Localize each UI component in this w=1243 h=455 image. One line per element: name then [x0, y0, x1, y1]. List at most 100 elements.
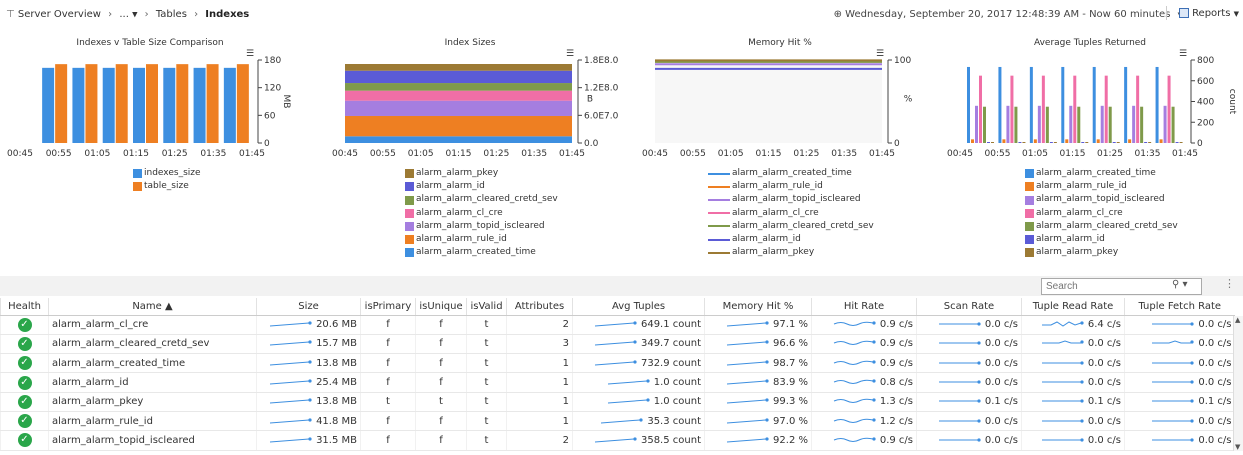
legend-item[interactable]: alarm_alarm_cleared_cretd_sev	[405, 193, 558, 206]
legend-item[interactable]: alarm_alarm_pkey	[1025, 246, 1178, 259]
x-tick-label: 01:25	[483, 149, 509, 159]
table-row[interactable]: ✓ alarm_alarm_created_time 13.8 MB f f t 1 732.…	[0, 353, 1235, 374]
bar	[1073, 75, 1077, 143]
memory-hit-cell: 97.1 %	[704, 315, 812, 335]
column-header[interactable]: Avg Tuples	[572, 298, 705, 316]
table-row[interactable]: ✓ alarm_alarm_rule_id 41.8 MB f f t 1 35.3 coun…	[0, 411, 1235, 432]
reports-button[interactable]: Reports ▼	[1178, 8, 1239, 19]
legend-item[interactable]: alarm_alarm_created_time	[405, 246, 558, 259]
sparkline	[938, 438, 981, 442]
table-row[interactable]: ✓ alarm_alarm_pkey 13.8 MB t t t 1 1.0 count 99.…	[0, 392, 1235, 412]
breadcrumb-server-overview[interactable]: Server Overview	[18, 9, 101, 20]
area-band	[345, 83, 572, 91]
legend-item[interactable]: alarm_alarm_cleared_cretd_sev	[708, 220, 874, 233]
legend-item[interactable]: alarm_alarm_cl_cre	[1025, 207, 1178, 220]
column-header[interactable]: Scan Rate	[916, 298, 1022, 316]
legend-item[interactable]: alarm_alarm_rule_id	[405, 233, 558, 246]
cell-value: 0.1 c/s	[1198, 396, 1232, 408]
cell-value: 97.0 %	[773, 415, 808, 427]
legend-item[interactable]: alarm_alarm_rule_id	[708, 180, 874, 193]
sparkline	[594, 437, 637, 443]
legend-item[interactable]: alarm_alarm_topid_iscleared	[1025, 193, 1178, 206]
chevron-down-icon[interactable]: ▼	[132, 11, 137, 19]
breadcrumb-ellipsis[interactable]: ...	[119, 9, 129, 20]
legend-label: alarm_alarm_topid_iscleared	[1036, 194, 1165, 205]
sparkline	[727, 398, 769, 404]
legend-item[interactable]: alarm_alarm_cleared_cretd_sev	[1025, 220, 1178, 233]
area-band	[345, 90, 572, 101]
name-cell[interactable]: alarm_alarm_pkey	[48, 392, 257, 412]
legend-item[interactable]: alarm_alarm_rule_id	[1025, 180, 1178, 193]
legend-item[interactable]: indexes_size	[133, 167, 201, 180]
legend-item[interactable]: alarm_alarm_topid_iscleared	[708, 193, 874, 206]
legend-item[interactable]: alarm_alarm_created_time	[1025, 167, 1178, 180]
name-cell[interactable]: alarm_alarm_cl_cre	[48, 315, 257, 335]
legend-item[interactable]: alarm_alarm_pkey	[708, 246, 874, 259]
column-header[interactable]: Attributes	[506, 298, 573, 316]
bar	[1033, 139, 1037, 143]
column-header[interactable]: Memory Hit %	[704, 298, 812, 316]
column-header[interactable]: Health	[0, 298, 49, 316]
column-header[interactable]: Name ▲	[48, 298, 257, 316]
vertical-scrollbar[interactable]: ▲ ▼	[1233, 316, 1243, 451]
column-header[interactable]: Hit Rate	[811, 298, 917, 316]
cell-value: 0.0 c/s	[984, 319, 1018, 331]
breadcrumb-tables[interactable]: Tables	[156, 9, 187, 20]
name-cell[interactable]: alarm_alarm_id	[48, 372, 257, 393]
cell-value: 83.9 %	[773, 377, 808, 389]
table-row[interactable]: ✓ alarm_alarm_cleared_cretd_sev 15.7 MB f f t…	[0, 334, 1235, 355]
legend-label: alarm_alarm_rule_id	[1036, 181, 1127, 192]
bar	[1124, 66, 1128, 143]
avg-tuples-cell: 1.0 count	[572, 392, 705, 412]
table-row[interactable]: ✓ alarm_alarm_cl_cre 20.6 MB f f t 2 649.1 coun…	[0, 315, 1235, 335]
sparkline	[938, 322, 981, 326]
name-cell[interactable]: alarm_alarm_topid_iscleared	[48, 430, 257, 451]
table-row[interactable]: ✓ alarm_alarm_topid_iscleared 31.5 MB f f t 2 3…	[0, 430, 1235, 451]
scroll-down-icon[interactable]: ▼	[1235, 443, 1240, 451]
legend-item[interactable]: alarm_alarm_id	[708, 233, 874, 246]
tuple-fetch-rate-cell: 0.0 c/s	[1124, 353, 1235, 374]
cell-value: 0.0 c/s	[1198, 377, 1232, 389]
y-tick-label: 400	[1197, 98, 1214, 108]
table-row[interactable]: ✓ alarm_alarm_id 25.4 MB f f t 1 1.0 count 83.9 …	[0, 372, 1235, 393]
legend-label: alarm_alarm_topid_iscleared	[732, 194, 861, 205]
name-cell[interactable]: alarm_alarm_created_time	[48, 353, 257, 374]
legend-item[interactable]: alarm_alarm_pkey	[405, 167, 558, 180]
legend-item[interactable]: alarm_alarm_topid_iscleared	[405, 220, 558, 233]
is-unique-cell: f	[415, 411, 467, 432]
hit-rate-cell: 1.2 c/s	[811, 411, 917, 432]
legend-item[interactable]: table_size	[133, 180, 201, 193]
bar	[967, 66, 970, 143]
time-range-text: Wednesday, September 20, 2017 12:48:39 A…	[845, 9, 1171, 20]
search-icon[interactable]: ⚲ ▾	[1172, 279, 1188, 290]
time-range-selector[interactable]: ⊕ Wednesday, September 20, 2017 12:48:39…	[834, 9, 1183, 20]
column-header[interactable]: Tuple Read Rate	[1021, 298, 1125, 316]
health-cell: ✓	[0, 372, 49, 393]
column-header[interactable]: Size	[256, 298, 361, 316]
legend-item[interactable]: alarm_alarm_id	[405, 180, 558, 193]
sparkline	[833, 360, 876, 365]
legend-item[interactable]: alarm_alarm_cl_cre	[708, 207, 874, 220]
column-header[interactable]: isPrimary	[360, 298, 416, 316]
scan-rate-cell: 0.0 c/s	[916, 315, 1022, 335]
name-cell[interactable]: alarm_alarm_cleared_cretd_sev	[48, 334, 257, 355]
chart-canvas: 00:45 00:55 01:05 01:15 01:25 01:35 01:45 180 12…	[7, 49, 291, 159]
cell-value: 92.2 %	[773, 434, 808, 446]
bar	[1179, 142, 1183, 143]
column-header[interactable]: Tuple Fetch Rate	[1124, 298, 1235, 316]
column-header[interactable]: isUnique	[415, 298, 467, 316]
health-cell: ✓	[0, 334, 49, 355]
legend-item[interactable]: alarm_alarm_cl_cre	[405, 207, 558, 220]
avg-tuples-cell: 35.3 count	[572, 411, 705, 432]
grid-menu-icon[interactable]: ⋮	[1224, 277, 1235, 290]
legend-item[interactable]: alarm_alarm_created_time	[708, 167, 874, 180]
name-cell[interactable]: alarm_alarm_rule_id	[48, 411, 257, 432]
scroll-up-icon[interactable]: ▲	[1235, 316, 1240, 324]
chart-legend: alarm_alarm_created_time alarm_alarm_rul…	[1025, 167, 1178, 259]
column-header[interactable]: isValid	[466, 298, 507, 316]
legend-item[interactable]: alarm_alarm_id	[1025, 233, 1178, 246]
legend-label: alarm_alarm_id	[732, 234, 801, 245]
cell-value: 0.0 c/s	[1087, 377, 1121, 389]
memory-hit-cell: 92.2 %	[704, 430, 812, 451]
bar	[1163, 105, 1167, 143]
